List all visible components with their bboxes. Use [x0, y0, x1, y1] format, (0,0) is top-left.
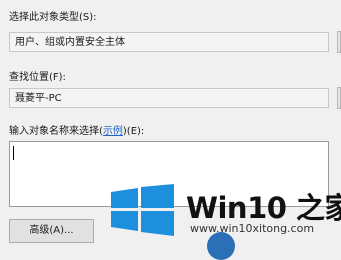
windows-logo-icon: [111, 184, 174, 236]
object-type-field: 用户、组或内置安全主体: [9, 32, 329, 52]
advanced-button[interactable]: 高级(A)...: [9, 219, 94, 243]
object-names-label-prefix: 输入对象名称来选择(: [9, 126, 103, 137]
watermark-title: Win10 之家: [186, 191, 341, 225]
watermark: Win10 之家 www.win10xitong.com: [100, 176, 341, 254]
location-field: 聂菱平-PC: [9, 88, 329, 108]
watermark-url: www.win10xitong.com: [190, 222, 315, 235]
examples-link[interactable]: 示例: [103, 126, 123, 137]
location-label: 查找位置(F):: [9, 72, 66, 83]
object-names-label: 输入对象名称来选择(示例)(E):: [9, 122, 144, 137]
object-types-button[interactable]: [337, 31, 341, 53]
object-names-label-suffix: )(E):: [122, 126, 145, 137]
object-type-label: 选择此对象类型(S):: [9, 12, 97, 23]
text-caret: [13, 146, 14, 160]
locations-button[interactable]: [337, 87, 341, 109]
